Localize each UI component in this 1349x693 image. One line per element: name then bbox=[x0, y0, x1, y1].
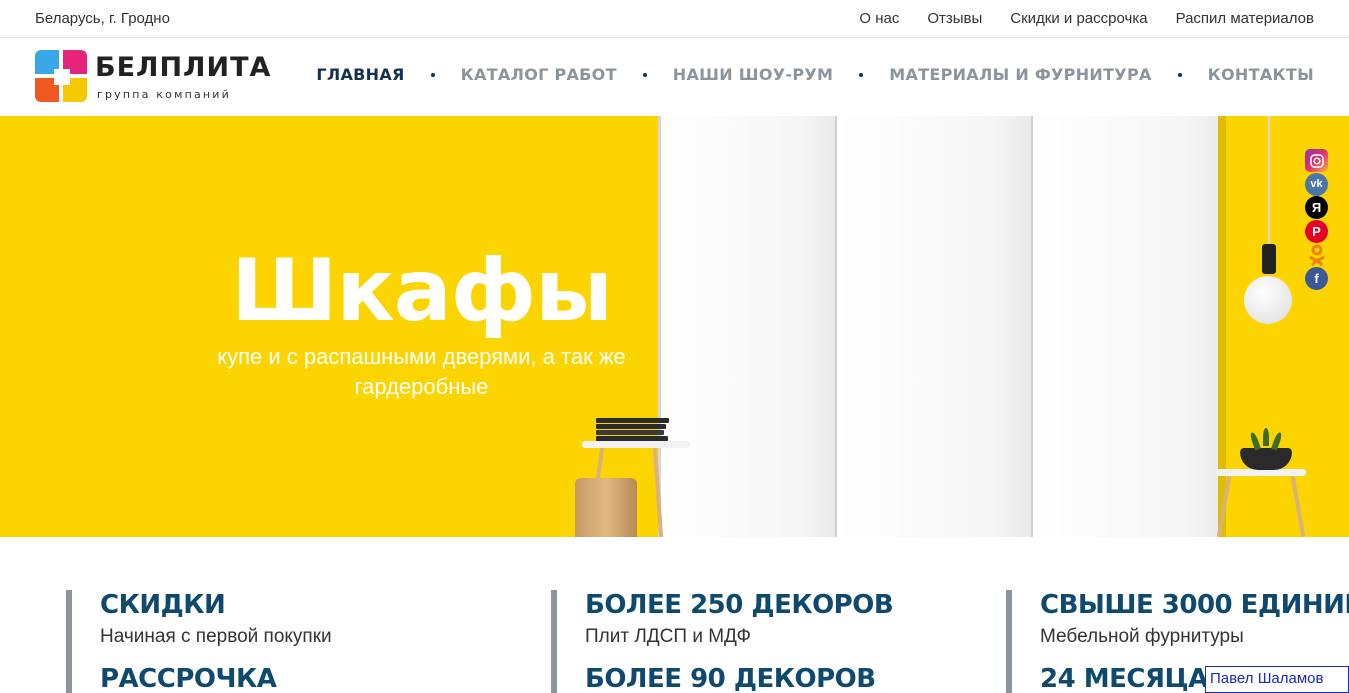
wardrobe-door bbox=[837, 116, 1033, 537]
location-text: Беларусь, г. Гродно bbox=[35, 10, 170, 27]
feature-heading: РАССРОЧКА bbox=[100, 664, 277, 693]
lamp-holder bbox=[1262, 244, 1276, 274]
nav-home[interactable]: ГЛАВНАЯ bbox=[316, 65, 404, 84]
feature-text: Начиная с первой покупки bbox=[100, 626, 332, 647]
nav-materials[interactable]: МАТЕРИАЛЫ И ФУРНИТУРА bbox=[889, 65, 1151, 84]
plant-bowl bbox=[1240, 448, 1292, 470]
hero-title: Шкафы bbox=[231, 241, 613, 341]
features-section: СКИДКИ Начиная с первой покупки РАССРОЧК… bbox=[0, 537, 1349, 693]
link-cutting[interactable]: Распил материалов bbox=[1176, 10, 1314, 27]
chat-widget[interactable]: Павел Шаламов bbox=[1205, 666, 1349, 693]
nav-separator bbox=[1177, 72, 1182, 77]
side-table-top bbox=[1216, 469, 1306, 476]
nav-separator bbox=[859, 72, 864, 77]
wooden-stump bbox=[575, 478, 637, 537]
table-leg bbox=[595, 447, 605, 479]
book-stack bbox=[596, 418, 669, 444]
feature-column: БОЛЕЕ 250 ДЕКОРОВ Плит ЛДСП и МДФ БОЛЕЕ … bbox=[551, 590, 894, 693]
logo-mark-icon bbox=[35, 50, 89, 104]
pinterest-icon[interactable]: P bbox=[1305, 219, 1328, 243]
logo-tagline: группа компаний bbox=[97, 88, 231, 101]
link-reviews[interactable]: Отзывы bbox=[927, 10, 982, 27]
top-bar: Беларусь, г. Гродно О нас Отзывы Скидки … bbox=[0, 0, 1349, 38]
feature-text: Плит ЛДСП и МДФ bbox=[585, 626, 751, 647]
logo-name: БЕЛПЛИТА bbox=[95, 52, 272, 83]
feature-heading: СВЫШЕ 3000 ЕДИНИЦ bbox=[1040, 590, 1349, 620]
facebook-icon[interactable]: f bbox=[1305, 266, 1328, 290]
plant-leaf bbox=[1263, 428, 1269, 446]
logo[interactable]: БЕЛПЛИТА группа компаний bbox=[35, 50, 270, 104]
nav-catalog[interactable]: КАТАЛОГ РАБОТ bbox=[461, 65, 617, 84]
wardrobe-door bbox=[1033, 116, 1225, 537]
nav-separator bbox=[430, 72, 435, 77]
vk-icon[interactable]: vk bbox=[1305, 172, 1328, 196]
feature-heading: БОЛЕЕ 90 ДЕКОРОВ bbox=[585, 664, 876, 693]
nav-contacts[interactable]: КОНТАКТЫ bbox=[1208, 65, 1314, 84]
table-leg bbox=[1290, 476, 1306, 537]
link-discounts[interactable]: Скидки и рассрочка bbox=[1010, 10, 1147, 27]
nav-separator bbox=[642, 72, 647, 77]
lamp-cord bbox=[1268, 116, 1270, 246]
link-about[interactable]: О нас bbox=[859, 10, 899, 27]
main-nav: ГЛАВНАЯ КАТАЛОГ РАБОТ НАШИ ШОУ-РУМ МАТЕР… bbox=[316, 65, 1314, 84]
top-links: О нас Отзывы Скидки и рассрочка Распил м… bbox=[859, 10, 1314, 27]
hero-banner: Шкафы купе и с распашными дверями, а так… bbox=[0, 116, 1349, 537]
instagram-icon[interactable] bbox=[1305, 149, 1328, 172]
lamp-bulb bbox=[1244, 276, 1292, 324]
hero-subtitle: купе и с распашными дверями, а так же га… bbox=[217, 344, 626, 399]
feature-column: СКИДКИ Начиная с первой покупки РАССРОЧК… bbox=[66, 590, 332, 693]
feature-heading: БОЛЕЕ 250 ДЕКОРОВ bbox=[585, 590, 894, 620]
odnoklassniki-icon[interactable] bbox=[1305, 243, 1328, 266]
nav-showroom[interactable]: НАШИ ШОУ-РУМ bbox=[673, 65, 833, 84]
yandex-icon[interactable]: Я bbox=[1305, 196, 1328, 219]
feature-heading: СКИДКИ bbox=[100, 590, 226, 620]
feature-text: Мебельной фурнитуры bbox=[1040, 626, 1244, 647]
social-bar: vk Я P f bbox=[1305, 149, 1329, 290]
header: БЕЛПЛИТА группа компаний ГЛАВНАЯ КАТАЛОГ… bbox=[0, 39, 1349, 116]
